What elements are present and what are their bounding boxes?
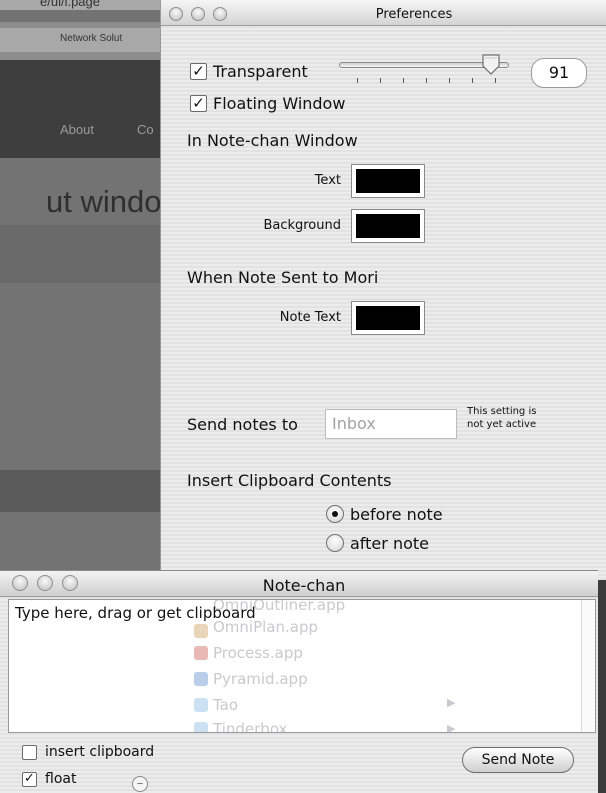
clipboard-heading: Insert Clipboard Contents [187,471,392,490]
send-notes-field[interactable]: Inbox [325,409,457,439]
radio-before-note-label: before note [350,505,443,524]
browser-page-nav: About Co [0,60,160,158]
floating-window-label: Floating Window [213,94,346,113]
note-text-area[interactable]: OmniOutliner.app OmniPlan.app Process.ap… [8,599,596,733]
background-color-well[interactable] [351,209,425,243]
slider-tick [403,78,404,83]
notechan-titlebar[interactable]: Note-chan [0,571,598,597]
slider-tick [380,78,381,83]
preferences-window: Preferences ✓ Transparent 91 ✓ Floating … [160,0,606,580]
browser-nav-about[interactable]: About [60,122,94,137]
sent-heading: When Note Sent to Mori [187,268,379,287]
folder-icon [194,722,208,732]
note-text: Type here, drag or get clipboard [15,604,256,622]
browser-tab-bar: e/ui/i.page [0,0,160,10]
notechan-title: Note-chan [262,576,346,595]
browser-page-heading: ut windo [46,184,160,219]
minus-circle-icon[interactable]: – [132,776,148,792]
insert-clipboard-label: insert clipboard [45,744,155,760]
app-icon [194,646,208,660]
notechan-window: Note-chan OmniOutliner.app OmniPlan.app … [0,570,598,793]
ghost-menu-item: Process.app [213,644,303,662]
app-icon [194,672,208,686]
browser-address-field[interactable]: Network Solut [0,28,160,52]
ghost-menu-item: Tinderbox [213,720,288,733]
slider-tick [357,78,358,83]
ghost-menu-item: Pyramid.app [213,670,308,688]
preferences-titlebar[interactable]: Preferences [161,0,606,26]
note-text-color-well[interactable] [351,301,425,335]
browser-tab-fragment: e/ui/i.page [40,0,100,9]
background-color-label: Background [263,218,341,233]
note-text-color-label: Note Text [279,310,341,325]
text-color-well[interactable] [351,164,425,198]
background-color-swatch [356,214,420,238]
float-checkbox[interactable]: ✓ [22,772,37,787]
send-notes-label: Send notes to [187,415,298,434]
background-browser-window: e/ui/i.page Network Solut About Co ut wi… [0,0,160,580]
radio-after-note[interactable] [326,534,344,552]
transparent-checkbox[interactable]: ✓ [190,63,207,80]
app-icon [194,624,208,638]
slider-tick [495,78,496,83]
slider-tick [426,78,427,83]
note-scrollbar[interactable] [581,600,595,732]
inactive-setting-note: This setting is not yet active [467,405,536,431]
submenu-arrow-icon: ▶ [447,696,456,709]
transparency-value-field[interactable]: 91 [531,58,587,88]
ghost-menu-item: Tao [213,696,239,714]
float-label: float [45,771,77,787]
radio-after-note-label: after note [350,534,429,553]
inactive-note-line2: not yet active [467,419,537,430]
submenu-arrow-icon: ▶ [447,722,456,733]
slider-tick [472,78,473,83]
note-text-color-swatch [356,306,420,330]
browser-scrollbar[interactable] [598,578,606,793]
browser-nav-fragment[interactable]: Co [137,122,154,137]
transparent-label: Transparent [213,62,308,81]
browser-address-text: Network Solut [60,33,123,44]
preferences-title: Preferences [375,7,453,22]
inactive-note-line1: This setting is [467,406,537,417]
send-note-button[interactable]: Send Note [462,747,574,773]
text-color-label: Text [314,173,341,188]
text-color-swatch [356,169,420,193]
browser-content-band [0,225,160,283]
slider-tick [449,78,450,83]
floating-window-checkbox[interactable]: ✓ [190,95,207,112]
folder-icon [194,698,208,712]
insert-clipboard-checkbox[interactable] [22,745,37,760]
radio-before-note[interactable] [326,505,344,523]
in-window-heading: In Note-chan Window [187,131,358,150]
browser-content-band [0,470,160,512]
transparency-slider-thumb[interactable] [481,54,501,76]
browser-address-bar: Network Solut [0,22,160,60]
